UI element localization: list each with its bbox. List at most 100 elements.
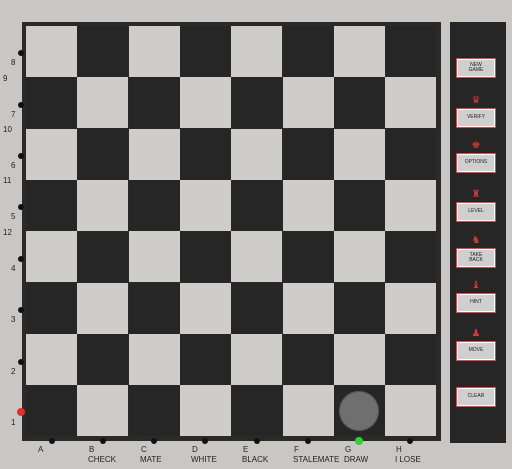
- square-h2[interactable]: [385, 333, 437, 385]
- verify-button[interactable]: VERIFY: [456, 108, 496, 128]
- take-back-button[interactable]: TAKE BACK: [456, 248, 496, 268]
- rank-label-2: 2: [11, 367, 16, 376]
- square-c6[interactable]: [128, 128, 180, 180]
- square-b8[interactable]: [77, 26, 129, 77]
- square-a4[interactable]: [26, 231, 77, 283]
- file-label-c: C: [141, 445, 147, 454]
- square-f4[interactable]: [282, 231, 334, 283]
- square-e6[interactable]: [231, 128, 283, 180]
- clear-button[interactable]: CLEAR: [456, 387, 496, 407]
- square-e8[interactable]: [231, 26, 283, 77]
- square-e4[interactable]: [231, 231, 283, 283]
- hint-button[interactable]: HINT: [456, 293, 496, 313]
- rank-indicator-8[interactable]: [18, 50, 24, 56]
- square-g5[interactable]: [333, 179, 385, 231]
- rank-indicator-5[interactable]: [18, 204, 24, 210]
- square-e1[interactable]: [231, 385, 283, 437]
- square-c5[interactable]: [128, 179, 180, 231]
- square-c7[interactable]: [128, 77, 180, 129]
- file-indicator-c[interactable]: [151, 438, 157, 444]
- square-g8[interactable]: [333, 26, 385, 77]
- move-button[interactable]: MOVE: [456, 341, 496, 361]
- square-g2[interactable]: [333, 333, 385, 385]
- square-h5[interactable]: [385, 179, 437, 231]
- level-button[interactable]: LEVEL: [456, 202, 496, 222]
- square-d3[interactable]: [179, 282, 231, 334]
- square-a1[interactable]: [26, 385, 77, 437]
- rank-indicator-4[interactable]: [18, 256, 24, 262]
- square-h6[interactable]: [385, 128, 437, 180]
- square-b5[interactable]: [77, 179, 129, 231]
- file-indicator-g[interactable]: [355, 437, 363, 445]
- square-b4[interactable]: [77, 231, 129, 283]
- square-a8[interactable]: [26, 26, 77, 77]
- rank-indicator-1[interactable]: [17, 408, 25, 416]
- square-f5[interactable]: [282, 179, 334, 231]
- square-b6[interactable]: [77, 128, 129, 180]
- king-icon: ♚: [471, 140, 481, 151]
- file-indicator-d[interactable]: [202, 438, 208, 444]
- square-f7[interactable]: [282, 77, 334, 129]
- new-game-button[interactable]: NEW GAME: [456, 58, 496, 78]
- square-h8[interactable]: [385, 26, 437, 77]
- square-g4[interactable]: [333, 231, 385, 283]
- square-c2[interactable]: [128, 333, 180, 385]
- square-d6[interactable]: [179, 128, 231, 180]
- square-d4[interactable]: [179, 231, 231, 283]
- square-a7[interactable]: [26, 77, 77, 129]
- square-h3[interactable]: [385, 282, 437, 334]
- rank-indicator-7[interactable]: [18, 102, 24, 108]
- rank-indicator-2[interactable]: [18, 359, 24, 365]
- file-caption-h: I LOSE: [395, 455, 421, 464]
- square-d1[interactable]: [179, 385, 231, 437]
- rook-icon: ♜: [471, 189, 481, 200]
- rank-indicator-3[interactable]: [18, 307, 24, 313]
- file-indicator-e[interactable]: [254, 438, 260, 444]
- file-indicator-f[interactable]: [305, 438, 311, 444]
- square-d5[interactable]: [179, 179, 231, 231]
- file-label-e: E: [243, 445, 249, 454]
- file-indicator-a[interactable]: [49, 438, 55, 444]
- square-g6[interactable]: [333, 128, 385, 180]
- square-c3[interactable]: [128, 282, 180, 334]
- rank-label-1: 1: [11, 418, 16, 427]
- file-caption-b: CHECK: [88, 455, 117, 464]
- square-a5[interactable]: [26, 179, 77, 231]
- square-f2[interactable]: [282, 333, 334, 385]
- square-g3[interactable]: [333, 282, 385, 334]
- square-f6[interactable]: [282, 128, 334, 180]
- file-caption-f: STALEMATE: [293, 455, 340, 464]
- square-b2[interactable]: [77, 333, 129, 385]
- options-button[interactable]: OPTIONS: [456, 153, 496, 173]
- new-game-button-label: NEW GAME: [468, 61, 484, 73]
- rank-indicator-6[interactable]: [18, 153, 24, 159]
- square-a3[interactable]: [26, 282, 77, 334]
- square-b3[interactable]: [77, 282, 129, 334]
- square-a2[interactable]: [26, 333, 77, 385]
- square-e2[interactable]: [231, 333, 283, 385]
- square-c8[interactable]: [128, 26, 180, 77]
- file-indicator-h[interactable]: [407, 438, 413, 444]
- square-d7[interactable]: [179, 77, 231, 129]
- square-a6[interactable]: [26, 128, 77, 180]
- square-b1[interactable]: [77, 385, 129, 437]
- chess-board[interactable]: [22, 22, 441, 441]
- square-d8[interactable]: [179, 26, 231, 77]
- square-f3[interactable]: [282, 282, 334, 334]
- square-c4[interactable]: [128, 231, 180, 283]
- square-e5[interactable]: [231, 179, 283, 231]
- square-h1[interactable]: [385, 385, 437, 437]
- square-h4[interactable]: [385, 231, 437, 283]
- square-h7[interactable]: [385, 77, 437, 129]
- side-number-11: 11: [3, 176, 12, 185]
- file-label-b: B: [89, 445, 95, 454]
- square-e7[interactable]: [231, 77, 283, 129]
- square-d2[interactable]: [179, 333, 231, 385]
- square-e3[interactable]: [231, 282, 283, 334]
- square-f1[interactable]: [282, 385, 334, 437]
- square-f8[interactable]: [282, 26, 334, 77]
- square-g7[interactable]: [333, 77, 385, 129]
- square-c1[interactable]: [128, 385, 180, 437]
- square-b7[interactable]: [77, 77, 129, 129]
- file-indicator-b[interactable]: [100, 438, 106, 444]
